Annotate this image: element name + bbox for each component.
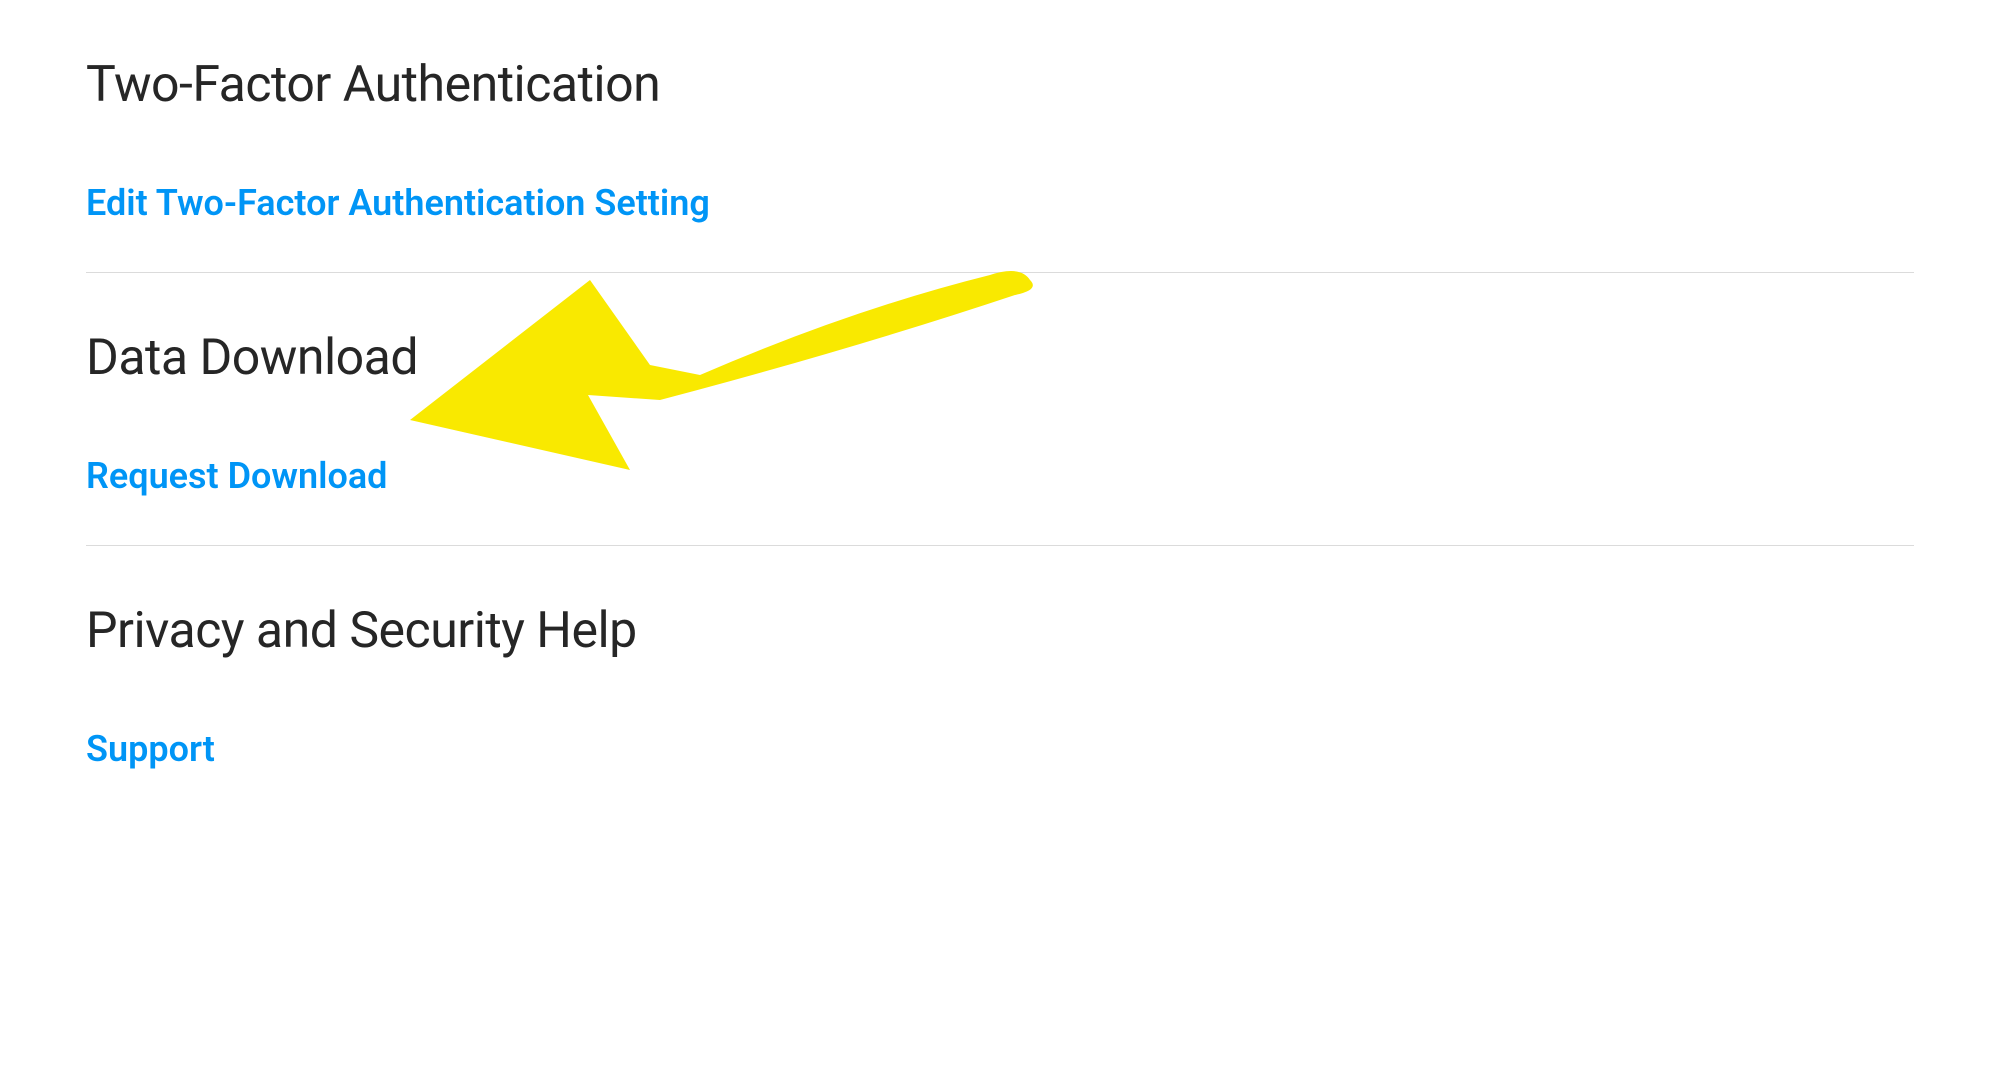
edit-two-factor-link[interactable]: Edit Two-Factor Authentication Setting	[86, 182, 710, 224]
privacy-help-section: Privacy and Security Help Support	[86, 546, 1914, 818]
data-download-heading: Data Download	[86, 329, 1914, 387]
privacy-help-heading: Privacy and Security Help	[86, 602, 1914, 660]
request-download-link[interactable]: Request Download	[86, 455, 387, 497]
two-factor-section: Two-Factor Authentication Edit Two-Facto…	[86, 0, 1914, 272]
data-download-section: Data Download Request Download	[86, 273, 1914, 545]
support-link[interactable]: Support	[86, 728, 215, 770]
two-factor-heading: Two-Factor Authentication	[86, 56, 1914, 114]
